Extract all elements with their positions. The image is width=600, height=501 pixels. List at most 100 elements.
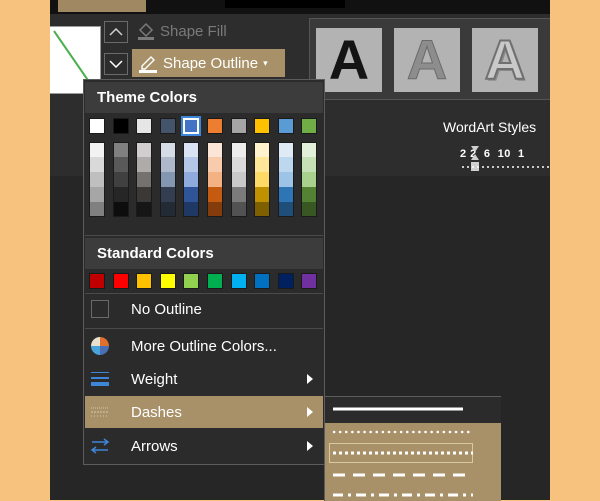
- theme-shade-swatch[interactable]: [207, 142, 223, 157]
- theme-shade-swatch[interactable]: [230, 157, 247, 172]
- standard-color-swatch[interactable]: [277, 273, 294, 289]
- standard-color-swatch[interactable]: [159, 273, 176, 289]
- theme-color-swatch[interactable]: [159, 118, 176, 134]
- theme-shade-swatch[interactable]: [136, 187, 153, 202]
- theme-shade-swatch[interactable]: [112, 142, 129, 157]
- arrows-label: Arrows: [131, 437, 178, 455]
- round-dot-line-sample: [333, 430, 473, 434]
- theme-shade-swatch[interactable]: [230, 187, 247, 202]
- standard-color-swatch[interactable]: [301, 273, 318, 289]
- theme-shade-swatch[interactable]: [277, 202, 294, 217]
- theme-shade-swatch[interactable]: [301, 187, 318, 202]
- standard-color-swatch[interactable]: [112, 273, 129, 289]
- theme-shade-swatch[interactable]: [207, 187, 223, 202]
- arrows-item[interactable]: Arrows: [85, 430, 323, 462]
- theme-color-swatch[interactable]: [254, 118, 271, 134]
- theme-shade-swatch[interactable]: [183, 172, 200, 187]
- theme-shade-swatch[interactable]: [89, 202, 105, 217]
- no-outline-label: No Outline: [131, 300, 202, 318]
- separator: [85, 328, 323, 329]
- theme-shade-swatch[interactable]: [301, 172, 318, 187]
- theme-shade-swatch[interactable]: [89, 142, 105, 157]
- theme-shade-swatch[interactable]: [112, 187, 129, 202]
- pencil-outline-icon: [139, 56, 157, 73]
- dash-style-square-dot[interactable]: [325, 441, 501, 465]
- theme-color-swatch[interactable]: [207, 118, 223, 134]
- wordart-style-1[interactable]: A: [316, 28, 382, 92]
- theme-shade-swatch[interactable]: [230, 202, 247, 217]
- wordart-style-3[interactable]: A: [472, 28, 538, 92]
- ruler-ticks: [462, 166, 550, 168]
- theme-shade-swatch[interactable]: [277, 157, 294, 172]
- shape-fill-button[interactable]: Shape Fill: [136, 18, 227, 44]
- theme-shade-swatch[interactable]: [136, 157, 153, 172]
- theme-shade-swatch[interactable]: [207, 202, 223, 217]
- theme-shade-swatch[interactable]: [159, 142, 176, 157]
- theme-shade-swatch[interactable]: [254, 187, 271, 202]
- theme-shade-swatch[interactable]: [159, 157, 176, 172]
- solid-line-sample: [333, 407, 463, 411]
- dash-style-dash[interactable]: [325, 465, 501, 485]
- theme-shade-swatch[interactable]: [207, 172, 223, 187]
- theme-shade-swatch[interactable]: [183, 142, 200, 157]
- more-outline-colors-item[interactable]: More Outline Colors...: [85, 330, 323, 362]
- theme-shade-swatch[interactable]: [277, 172, 294, 187]
- theme-shade-swatch[interactable]: [136, 202, 153, 217]
- theme-shade-swatch[interactable]: [254, 142, 271, 157]
- no-outline-item[interactable]: No Outline: [85, 293, 323, 325]
- theme-color-swatch[interactable]: [230, 118, 247, 134]
- theme-shade-swatch[interactable]: [112, 202, 129, 217]
- theme-color-swatch[interactable]: [89, 118, 105, 134]
- weight-item[interactable]: Weight: [85, 363, 323, 395]
- dash-style-round-dot[interactable]: [325, 423, 501, 441]
- theme-shade-swatch[interactable]: [89, 172, 105, 187]
- square-dot-line-sample: [333, 451, 473, 455]
- theme-shade-swatch[interactable]: [230, 142, 247, 157]
- theme-shade-swatch[interactable]: [183, 202, 200, 217]
- theme-shade-swatch[interactable]: [159, 202, 176, 217]
- dashes-item[interactable]: Dashes: [85, 396, 323, 428]
- theme-shade-swatch[interactable]: [89, 157, 105, 172]
- dash-style-solid[interactable]: [325, 397, 501, 423]
- theme-shade-column: [183, 142, 200, 217]
- theme-shade-swatch[interactable]: [230, 172, 247, 187]
- wordart-style-2[interactable]: A: [394, 28, 460, 92]
- theme-shade-swatch[interactable]: [136, 142, 153, 157]
- theme-shade-swatch[interactable]: [301, 157, 318, 172]
- theme-shade-swatch[interactable]: [183, 187, 200, 202]
- arrows-icon: [90, 436, 110, 456]
- standard-color-swatch[interactable]: [254, 273, 271, 289]
- theme-shade-swatch[interactable]: [207, 157, 223, 172]
- theme-shade-swatch[interactable]: [301, 142, 318, 157]
- active-tab[interactable]: [58, 0, 146, 12]
- standard-color-swatch[interactable]: [136, 273, 153, 289]
- theme-shade-swatch[interactable]: [254, 172, 271, 187]
- dash-style-dash-dot[interactable]: [325, 485, 501, 501]
- theme-shade-swatch[interactable]: [136, 172, 153, 187]
- standard-color-swatch[interactable]: [207, 273, 223, 289]
- theme-shade-swatch[interactable]: [301, 202, 318, 217]
- standard-color-swatch[interactable]: [230, 273, 247, 289]
- standard-color-swatch[interactable]: [183, 273, 200, 289]
- theme-shade-swatch[interactable]: [183, 157, 200, 172]
- shape-outline-button[interactable]: Shape Outline ▾: [132, 49, 285, 77]
- standard-color-swatch[interactable]: [89, 273, 105, 289]
- theme-shade-swatch[interactable]: [89, 187, 105, 202]
- theme-shade-swatch[interactable]: [277, 142, 294, 157]
- theme-shade-swatch[interactable]: [159, 187, 176, 202]
- theme-shade-swatch[interactable]: [254, 202, 271, 217]
- theme-color-swatch[interactable]: [277, 118, 294, 134]
- theme-shade-swatch[interactable]: [254, 157, 271, 172]
- theme-color-swatch[interactable]: [136, 118, 153, 134]
- theme-color-swatch[interactable]: [112, 118, 129, 134]
- dropdown-caret-icon: ▾: [263, 57, 268, 68]
- theme-color-swatch[interactable]: [301, 118, 318, 134]
- theme-shade-swatch[interactable]: [277, 187, 294, 202]
- theme-shade-swatch[interactable]: [112, 157, 129, 172]
- gallery-scroll-down-button[interactable]: [104, 53, 128, 75]
- theme-color-swatch[interactable]: [181, 116, 202, 136]
- gallery-scroll-up-button[interactable]: [104, 21, 128, 43]
- theme-shade-swatch[interactable]: [159, 172, 176, 187]
- theme-shade-swatch[interactable]: [112, 172, 129, 187]
- chevron-down-icon: [109, 60, 123, 68]
